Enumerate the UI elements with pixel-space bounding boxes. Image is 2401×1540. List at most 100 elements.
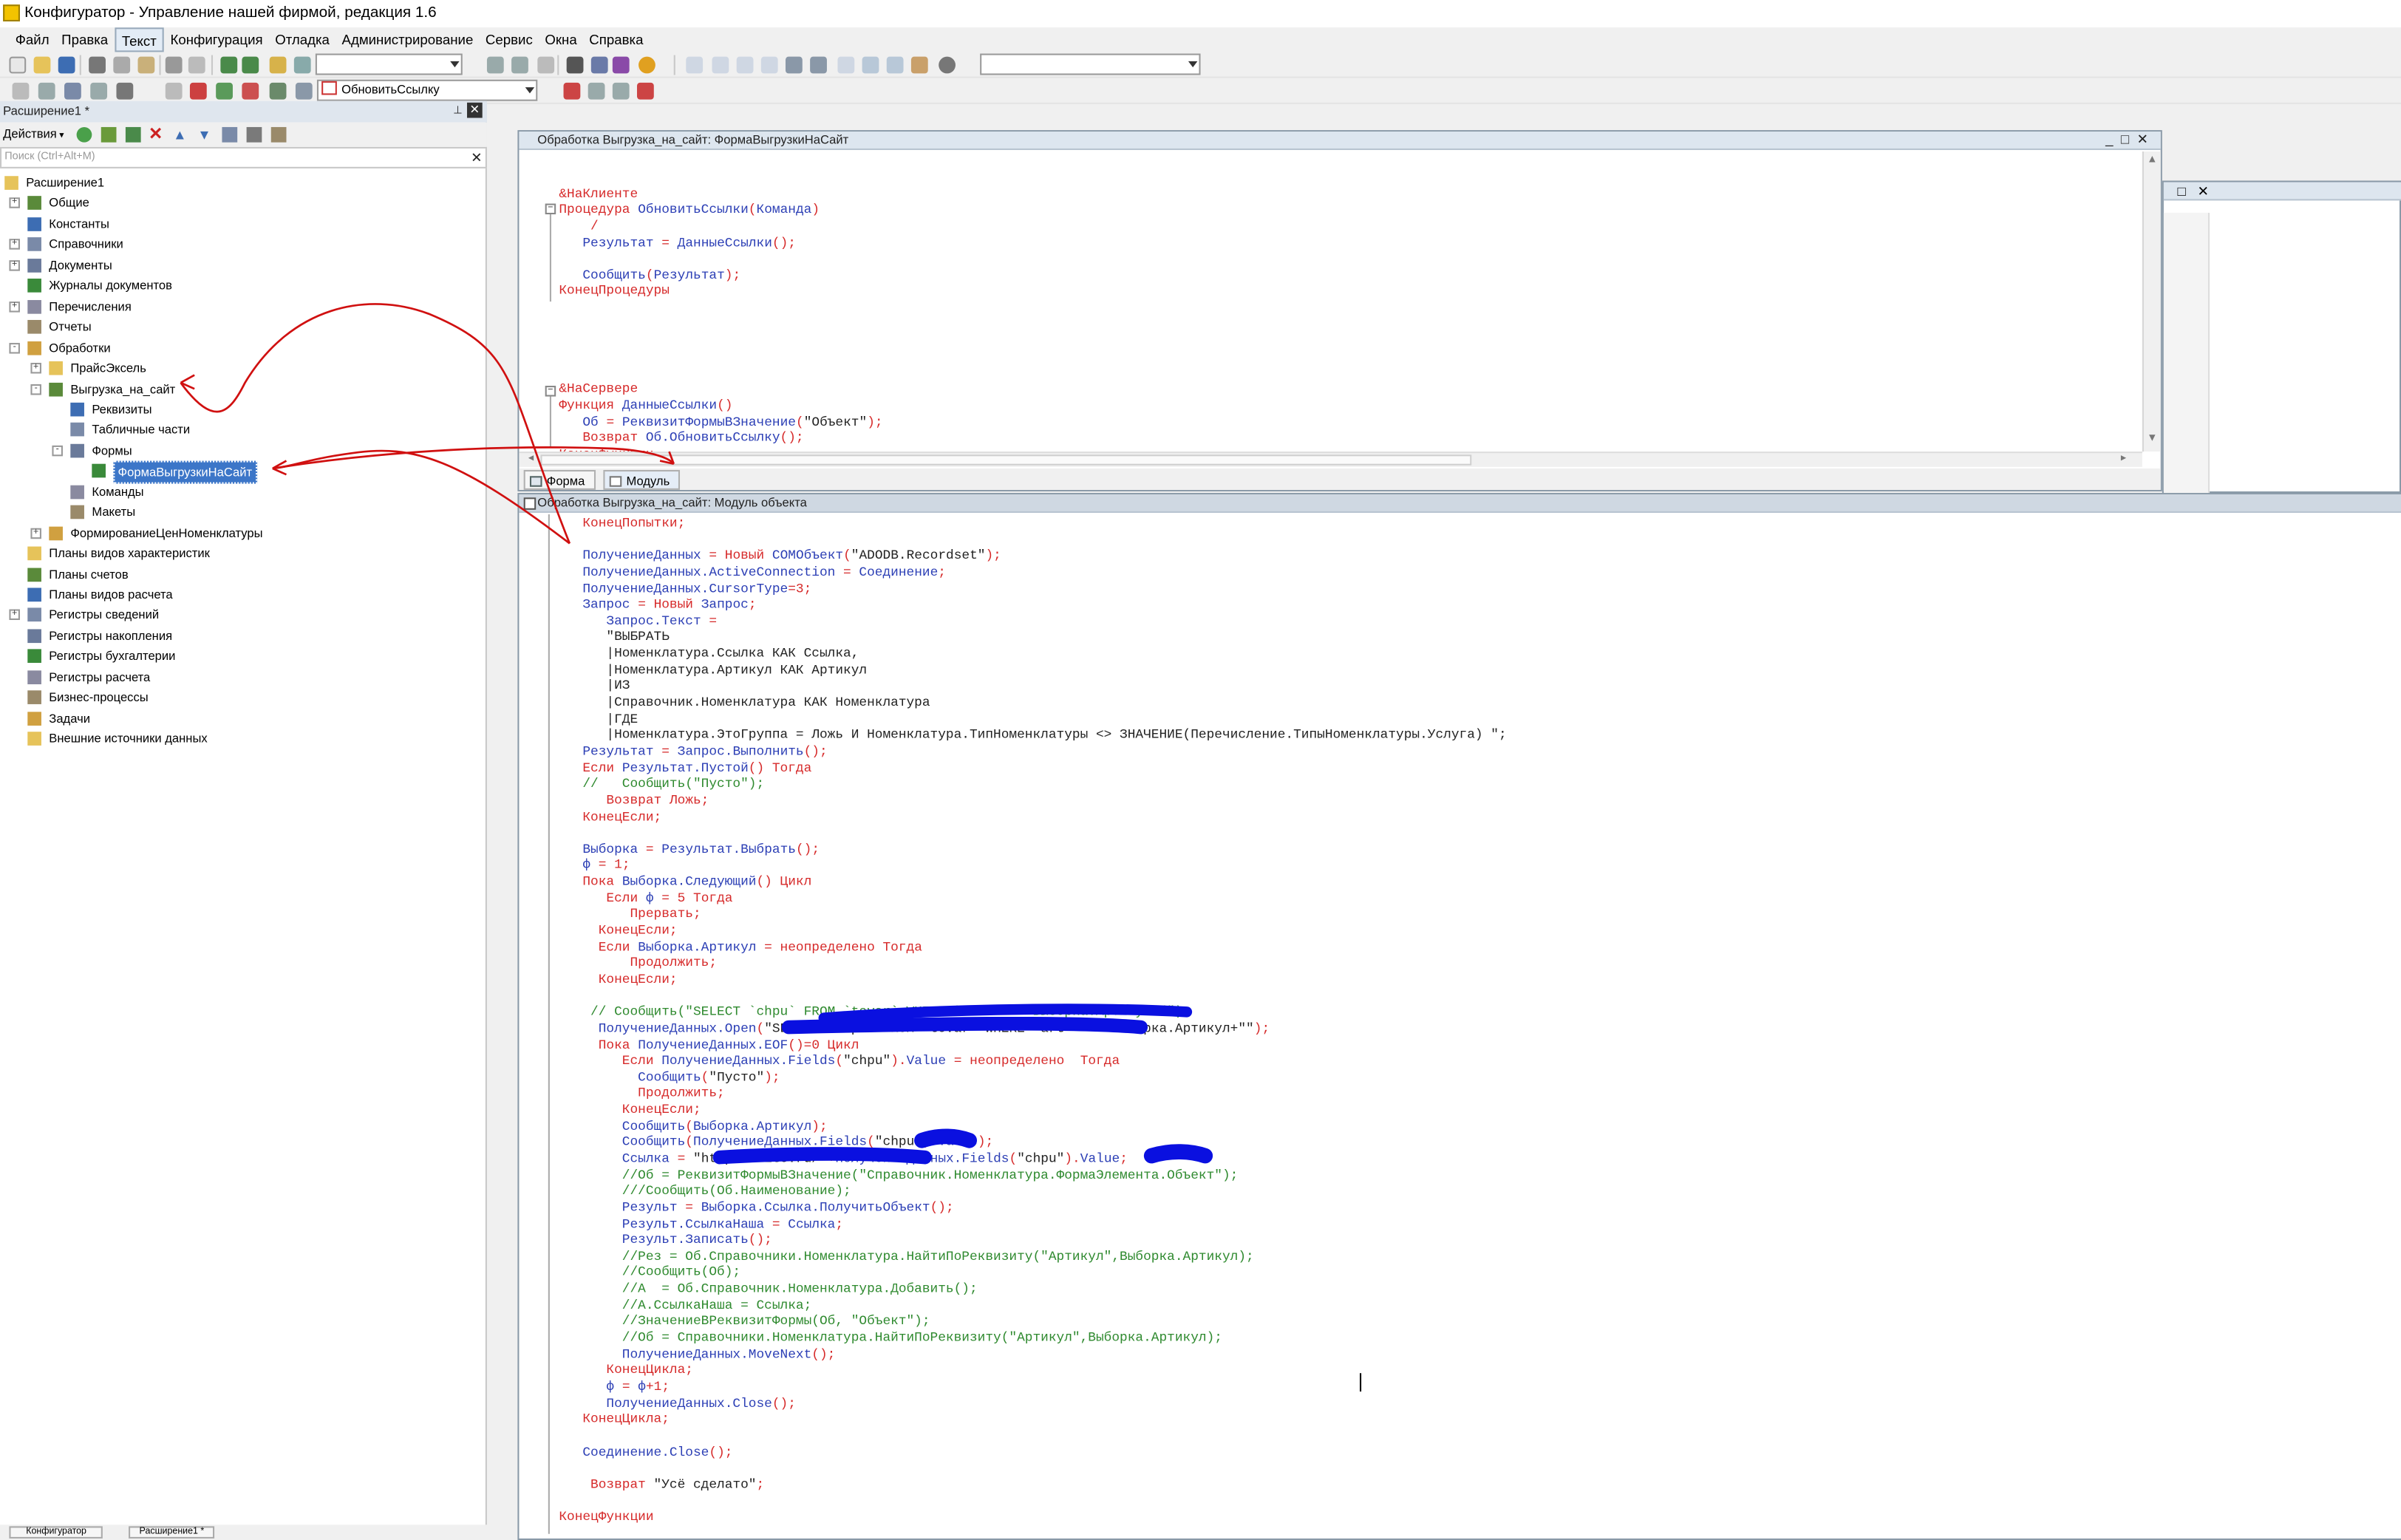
- tree-item[interactable]: + Перечисления: [0, 296, 487, 316]
- preview-icon[interactable]: [188, 56, 205, 74]
- bg-close-icon[interactable]: ✕: [2197, 184, 2209, 200]
- form-horizontal-scrollbar[interactable]: ◂ ▸: [519, 452, 2142, 467]
- tools-icon[interactable]: [910, 56, 928, 74]
- debug-run-to-icon[interactable]: [810, 56, 827, 74]
- window-tile-icon[interactable]: [886, 56, 904, 74]
- comment-icon[interactable]: [216, 82, 233, 100]
- find-prev-icon[interactable]: [511, 56, 528, 74]
- breakpoint-icon[interactable]: [563, 82, 581, 100]
- menu-item[interactable]: Администрирование: [336, 27, 479, 52]
- module-code-editor[interactable]: КонецПопытки; ПолучениеДанных = Новый CO…: [519, 514, 2401, 1540]
- copy-item-icon[interactable]: [125, 126, 141, 143]
- info-icon[interactable]: [638, 56, 655, 74]
- expand-icon[interactable]: +: [9, 610, 20, 621]
- clear-search-icon[interactable]: ✕: [471, 149, 483, 167]
- menu-item[interactable]: Окна: [539, 27, 583, 52]
- menu-item[interactable]: Справка: [583, 27, 650, 52]
- copy-icon[interactable]: [113, 56, 131, 74]
- tree-item[interactable]: + Справочники: [0, 235, 487, 255]
- filter-icon[interactable]: [246, 126, 262, 143]
- open-folder-icon[interactable]: [33, 56, 51, 74]
- expand-icon[interactable]: +: [30, 363, 41, 374]
- config-tree-icon[interactable]: [566, 56, 584, 74]
- procedure-combo[interactable]: ОбновитьСсылку: [316, 79, 538, 101]
- collapse-icon[interactable]: -: [30, 383, 41, 395]
- tree-item[interactable]: Константы: [0, 214, 487, 234]
- tree-item[interactable]: Бизнес-процессы: [0, 688, 487, 708]
- template-icon[interactable]: [90, 82, 108, 100]
- cut-icon[interactable]: [89, 56, 106, 74]
- delete-icon[interactable]: ✕: [149, 123, 163, 147]
- form-code-editor[interactable]: − − &НаКлиенте Процедура ОбновитьСсылки(К…: [519, 151, 2142, 452]
- sort-icon[interactable]: [222, 126, 238, 143]
- tree-item[interactable]: - Обработки: [0, 338, 487, 358]
- menu-item[interactable]: Правка: [55, 27, 115, 52]
- maximize-icon[interactable]: □: [2121, 132, 2137, 147]
- clear-filter-icon[interactable]: [270, 126, 287, 143]
- redo-icon[interactable]: [242, 56, 259, 74]
- clear-bookmarks-icon[interactable]: [636, 82, 654, 100]
- tree-item[interactable]: Планы счетов: [0, 564, 487, 584]
- tree-item[interactable]: Регистры бухгалтерии: [0, 647, 487, 667]
- tree-item[interactable]: Планы видов расчета: [0, 585, 487, 604]
- tree-search-input[interactable]: Поиск (Ctrl+Alt+M) ✕: [0, 146, 487, 168]
- expand-icon[interactable]: +: [9, 239, 20, 251]
- empty-combo[interactable]: [980, 53, 1201, 75]
- clock-icon[interactable]: [939, 56, 956, 74]
- tab-form[interactable]: Форма: [523, 469, 596, 490]
- minimize-icon[interactable]: _: [2105, 132, 2121, 147]
- taskbar-configurator[interactable]: Конфигуратор: [9, 1526, 103, 1539]
- find-icon[interactable]: [269, 56, 287, 74]
- expand-icon[interactable]: +: [9, 198, 20, 209]
- delete-block-icon[interactable]: [189, 82, 207, 100]
- new-file-icon[interactable]: [9, 56, 27, 74]
- bookmark-icon[interactable]: [588, 82, 605, 100]
- tree-item[interactable]: Внешние источники данных: [0, 729, 487, 749]
- fold-toggle-icon[interactable]: −: [545, 203, 556, 215]
- tree-item[interactable]: - Выгрузка_на_сайт: [0, 379, 487, 399]
- tree-item[interactable]: Регистры расчета: [0, 667, 487, 687]
- debug-step-icon[interactable]: [712, 56, 729, 74]
- paste-icon[interactable]: [137, 56, 155, 74]
- uncomment-icon[interactable]: [242, 82, 259, 100]
- menu-item[interactable]: Отладка: [269, 27, 336, 52]
- next-bookmark-icon[interactable]: [612, 82, 630, 100]
- tree-item[interactable]: Отчеты: [0, 317, 487, 337]
- find-next-icon[interactable]: [486, 56, 504, 74]
- tree-item[interactable]: + Регистры сведений: [0, 605, 487, 625]
- collapse-icon[interactable]: -: [9, 342, 20, 353]
- window-cascade-icon[interactable]: [862, 56, 879, 74]
- search-icon[interactable]: [293, 56, 311, 74]
- save-icon[interactable]: [58, 56, 75, 74]
- move-up-icon[interactable]: ▲: [173, 123, 186, 147]
- tree-item[interactable]: ФормаВыгрузкиНаСайт: [0, 461, 487, 485]
- tab-module[interactable]: Модуль: [603, 469, 681, 490]
- menu-item[interactable]: Конфигурация: [164, 27, 269, 52]
- tree-item[interactable]: - Формы: [0, 440, 487, 460]
- tree-item[interactable]: Реквизиты: [0, 400, 487, 420]
- collapse-icon[interactable]: -: [52, 445, 63, 457]
- print-icon[interactable]: [165, 56, 183, 74]
- tree-item[interactable]: + Общие: [0, 194, 487, 214]
- debug-step-out-icon[interactable]: [760, 56, 778, 74]
- undo-icon[interactable]: [220, 56, 238, 74]
- move-down-icon[interactable]: ▼: [197, 123, 211, 147]
- close-panel-icon[interactable]: ✕: [466, 102, 483, 118]
- taskbar-extension[interactable]: Расширение1 *: [129, 1526, 215, 1539]
- tree-item[interactable]: Макеты: [0, 502, 487, 522]
- goto-icon[interactable]: [269, 82, 287, 100]
- tree-item[interactable]: Регистры накопления: [0, 626, 487, 646]
- tree-item[interactable]: Планы видов характеристик: [0, 544, 487, 564]
- add-icon[interactable]: [76, 126, 92, 143]
- expand-icon[interactable]: +: [9, 301, 20, 312]
- fold-toggle-icon[interactable]: −: [545, 386, 556, 397]
- block-icon[interactable]: [165, 82, 183, 100]
- form-vertical-scrollbar[interactable]: ▲ ▼: [2142, 151, 2161, 452]
- tree-item[interactable]: + Документы: [0, 256, 487, 276]
- config-syntax-icon[interactable]: [612, 56, 630, 74]
- close-icon[interactable]: ✕: [2137, 132, 2156, 147]
- indent-icon[interactable]: [12, 82, 30, 100]
- tree-item[interactable]: + ФормированиеЦенНоменклатуры: [0, 523, 487, 543]
- tree-item[interactable]: Задачи: [0, 709, 487, 729]
- format-icon[interactable]: [116, 82, 134, 100]
